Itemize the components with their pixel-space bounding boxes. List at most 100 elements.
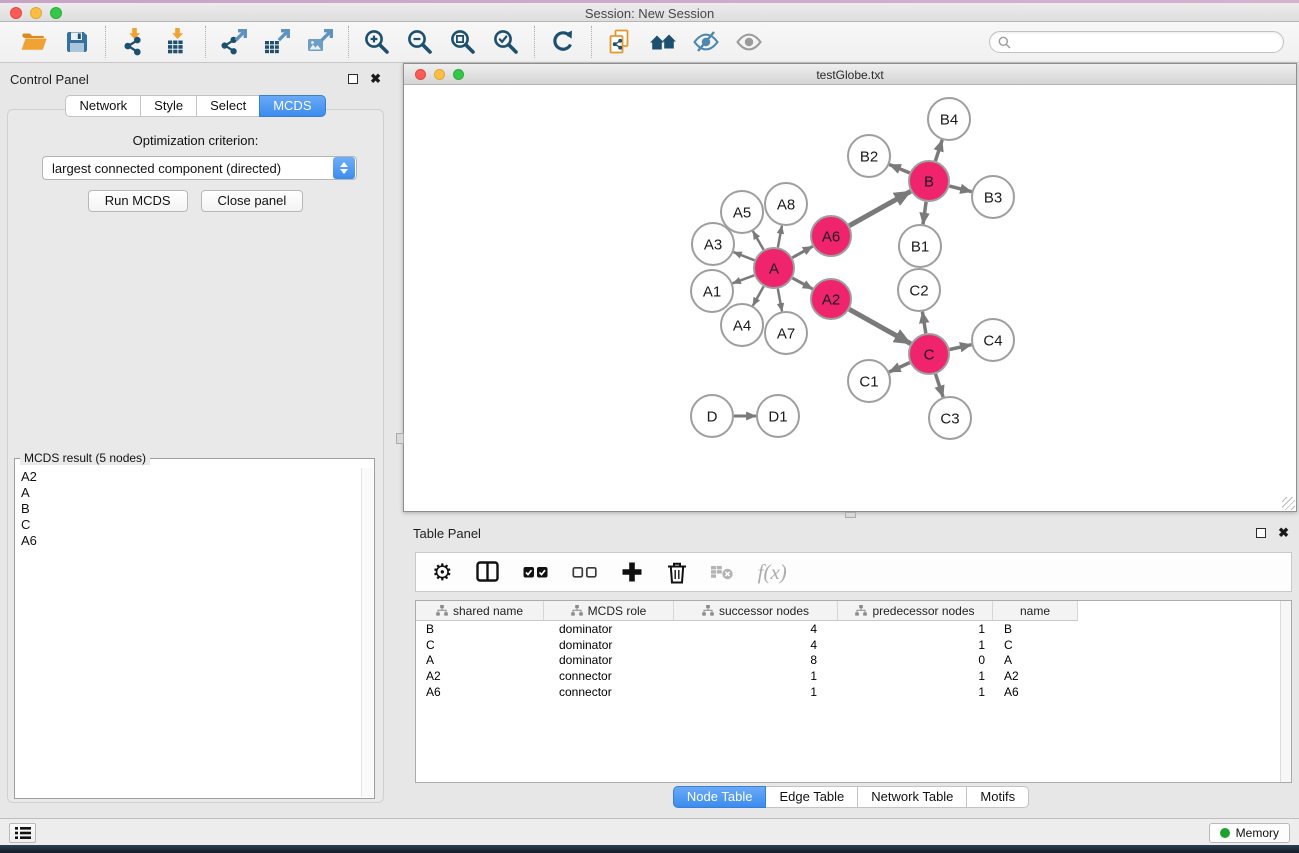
network-window-titlebar[interactable]: testGlobe.txt: [404, 64, 1296, 85]
table-row[interactable]: A2connector11A2: [416, 668, 1291, 684]
column-header-successor-nodes[interactable]: successor nodes: [674, 601, 838, 621]
mcds-result-item[interactable]: A: [18, 485, 360, 501]
graph-node-C3[interactable]: C3: [929, 397, 971, 439]
zoom-in-icon[interactable]: [362, 27, 392, 57]
graph-node-B3[interactable]: B3: [972, 176, 1014, 218]
graph-node-C[interactable]: C: [909, 334, 949, 374]
graph-edge[interactable]: [792, 278, 812, 289]
graph-edge[interactable]: [849, 309, 910, 343]
gear-icon[interactable]: ⚙: [432, 561, 453, 583]
graph-edge[interactable]: [753, 231, 764, 250]
graph-edge[interactable]: [778, 226, 782, 248]
graph-node-B1[interactable]: B1: [899, 225, 941, 267]
graph-node-B2[interactable]: B2: [848, 135, 890, 177]
close-table-panel-icon[interactable]: ✖: [1278, 528, 1289, 538]
refresh-icon[interactable]: [548, 27, 578, 57]
graph-node-C1[interactable]: C1: [848, 360, 890, 402]
graph-node-A6[interactable]: A6: [811, 216, 851, 256]
table-row[interactable]: A6connector11A6: [416, 684, 1291, 700]
graph-node-B[interactable]: B: [909, 161, 949, 201]
graph-edge[interactable]: [922, 312, 925, 334]
graph-node-D1[interactable]: D1: [757, 395, 799, 437]
column-header-name[interactable]: name: [993, 601, 1078, 621]
table-row[interactable]: Cdominator41C: [416, 637, 1291, 653]
zoom-fit-icon[interactable]: [448, 27, 478, 57]
mcds-result-item[interactable]: A2: [18, 469, 360, 485]
graph-edge[interactable]: [849, 191, 910, 225]
add-column-icon[interactable]: [621, 561, 643, 583]
export-network-icon[interactable]: [219, 27, 249, 57]
mcds-result-item[interactable]: C: [18, 517, 360, 533]
column-header-MCDS-role[interactable]: MCDS role: [544, 601, 674, 621]
graph-edge[interactable]: [734, 252, 755, 260]
table-scrollbar[interactable]: [1280, 601, 1291, 782]
delete-column-icon[interactable]: [666, 561, 688, 584]
mcds-result-item[interactable]: B: [18, 501, 360, 517]
table-row[interactable]: Bdominator41B: [416, 621, 1291, 637]
table-row[interactable]: Adominator80A: [416, 652, 1291, 668]
graph-edge[interactable]: [935, 140, 942, 161]
show-all-icon[interactable]: [734, 27, 764, 57]
graph-edge[interactable]: [950, 345, 972, 350]
graph-node-D[interactable]: D: [691, 395, 733, 437]
graph-node-A5[interactable]: A5: [721, 191, 763, 233]
split-columns-icon[interactable]: [476, 561, 500, 583]
tab-edge-table[interactable]: Edge Table: [765, 786, 858, 808]
mcds-result-item[interactable]: A6: [18, 533, 360, 549]
float-table-panel-icon[interactable]: [1256, 528, 1266, 538]
graph-edge[interactable]: [778, 289, 782, 312]
import-network-icon[interactable]: [119, 27, 149, 57]
duplicate-network-icon[interactable]: [605, 27, 635, 57]
deselect-all-columns-icon[interactable]: [572, 563, 598, 582]
tab-network-table[interactable]: Network Table: [857, 786, 967, 808]
close-panel-button[interactable]: Close panel: [201, 190, 304, 212]
vertical-splitter-thumb[interactable]: [396, 433, 404, 444]
graph-node-A8[interactable]: A8: [765, 183, 807, 225]
column-header-shared-name[interactable]: shared name: [416, 601, 544, 621]
graph-node-A[interactable]: A: [754, 248, 794, 288]
graph-edge[interactable]: [923, 202, 926, 224]
graph-node-C4[interactable]: C4: [972, 319, 1014, 361]
export-table-icon[interactable]: [262, 27, 292, 57]
graph-edge[interactable]: [792, 246, 812, 257]
graph-node-A1[interactable]: A1: [691, 270, 733, 312]
first-neighbors-icon[interactable]: [648, 27, 678, 57]
graph-node-C2[interactable]: C2: [898, 269, 940, 311]
tab-network[interactable]: Network: [65, 95, 141, 117]
run-mcds-button[interactable]: Run MCDS: [88, 190, 188, 212]
memory-button[interactable]: Memory: [1209, 823, 1290, 843]
hide-selected-icon[interactable]: [691, 27, 721, 57]
tab-mcds[interactable]: MCDS: [259, 95, 325, 117]
network-canvas[interactable]: B4 B2 B B3 A8A5 A6 A3 B1 A A1 C2 A2 A4A7 C4 C C1 C3 D D1: [405, 86, 1295, 510]
graph-node-A4[interactable]: A4: [721, 304, 763, 346]
export-image-icon[interactable]: [305, 27, 335, 57]
graph-edge[interactable]: [733, 275, 755, 283]
zoom-selected-icon[interactable]: [491, 27, 521, 57]
window-resize-grip[interactable]: [1282, 497, 1295, 510]
mcds-result-list[interactable]: A2ABCA6: [18, 469, 360, 796]
graph-node-B4[interactable]: B4: [928, 98, 970, 140]
import-table-icon[interactable]: [162, 27, 192, 57]
zoom-out-icon[interactable]: [405, 27, 435, 57]
graph-edge[interactable]: [949, 186, 971, 192]
close-panel-icon[interactable]: ✖: [370, 74, 381, 84]
tab-motifs[interactable]: Motifs: [966, 786, 1029, 808]
graph-edge[interactable]: [889, 363, 910, 372]
float-panel-icon[interactable]: [348, 74, 358, 84]
graph-edge[interactable]: [936, 374, 944, 397]
mcds-result-scrollbar[interactable]: [361, 468, 373, 797]
search-box[interactable]: [989, 31, 1284, 53]
graph-node-A7[interactable]: A7: [765, 312, 807, 354]
select-all-columns-icon[interactable]: [523, 563, 549, 582]
save-session-icon[interactable]: [62, 27, 92, 57]
task-history-button[interactable]: [9, 823, 36, 843]
criterion-dropdown[interactable]: largest connected component (directed): [42, 156, 357, 180]
tab-style[interactable]: Style: [140, 95, 197, 117]
graph-node-A2[interactable]: A2: [811, 279, 851, 319]
graph-edge[interactable]: [753, 286, 764, 306]
graph-node-A3[interactable]: A3: [692, 223, 734, 265]
tab-node-table[interactable]: Node Table: [673, 786, 767, 808]
graph-edge[interactable]: [889, 165, 909, 173]
open-file-icon[interactable]: [19, 27, 49, 57]
tab-select[interactable]: Select: [196, 95, 260, 117]
